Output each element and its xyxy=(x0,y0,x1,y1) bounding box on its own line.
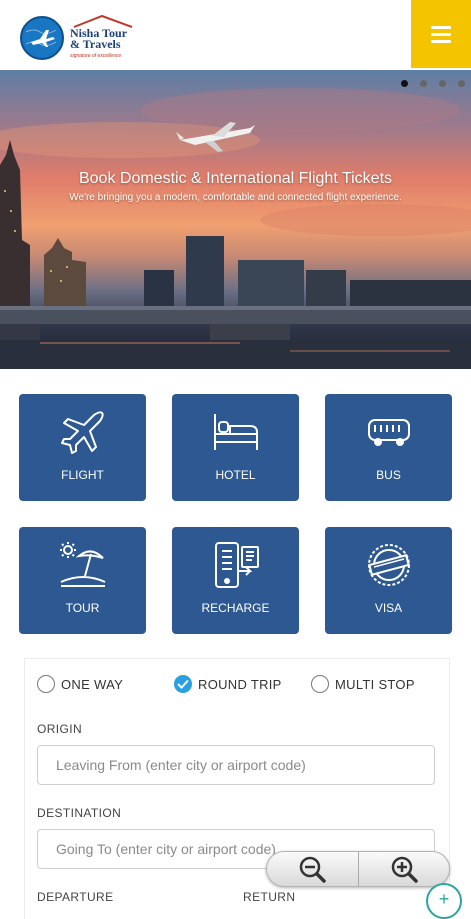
destination-label: DESTINATION xyxy=(37,806,122,820)
flight-service-tile[interactable]: FLIGHT xyxy=(19,394,146,501)
app-header: Nisha Tour & Travels signature of excell… xyxy=(0,0,471,71)
zoom-out-button[interactable] xyxy=(267,852,359,886)
multi-stop-radio[interactable]: MULTI STOP xyxy=(311,675,415,693)
zoom-out-icon xyxy=(300,856,326,883)
zoom-controls xyxy=(266,851,450,887)
checkmark-icon xyxy=(174,675,192,693)
tour-service-tile[interactable]: TOUR xyxy=(19,527,146,634)
recharge-service-tile[interactable]: RECHARGE xyxy=(172,527,299,634)
tile-label: BUS xyxy=(376,468,401,482)
zoom-in-button[interactable] xyxy=(359,852,450,886)
brand-name-line2: & Travels xyxy=(70,37,121,51)
origin-label: ORIGIN xyxy=(37,722,83,736)
carousel-indicators xyxy=(401,80,465,87)
city-skyline-image xyxy=(0,88,471,369)
tile-label: FLIGHT xyxy=(61,468,104,482)
radio-label: ROUND TRIP xyxy=(198,676,282,692)
beach-umbrella-icon xyxy=(19,541,146,589)
bus-service-tile[interactable]: BUS xyxy=(325,394,452,501)
brand-tagline: signature of excellence xyxy=(70,53,122,59)
visa-stamp-icon xyxy=(325,541,452,589)
carousel-dot[interactable] xyxy=(458,80,465,87)
hero-subtitle: We're bringing you a modern, comfortable… xyxy=(69,192,402,203)
globe-airplane-icon xyxy=(20,16,64,60)
tile-label: HOTEL xyxy=(215,468,256,482)
floating-action-button[interactable]: + xyxy=(426,883,462,919)
radio-label: ONE WAY xyxy=(61,676,124,692)
hamburger-menu-button[interactable] xyxy=(411,0,471,68)
bed-icon xyxy=(172,408,299,456)
hero-carousel[interactable]: Book Domestic & International Flight Tic… xyxy=(0,70,471,369)
carousel-dot[interactable] xyxy=(420,80,427,87)
hero-title: Book Domestic & International Flight Tic… xyxy=(78,170,393,187)
menu-bar xyxy=(431,32,451,36)
airplane-icon xyxy=(19,408,146,456)
plus-icon: + xyxy=(438,889,450,909)
carousel-dot[interactable] xyxy=(439,80,446,87)
radio-circle xyxy=(311,675,329,693)
trip-type-selector: ONE WAY ROUND TRIP MULTI STOP xyxy=(37,675,437,697)
departure-label: DEPARTURE xyxy=(37,890,114,904)
tile-label: TOUR xyxy=(65,601,100,615)
carousel-dot[interactable] xyxy=(401,80,408,87)
return-label: RETURN xyxy=(243,890,296,904)
zoom-in-icon xyxy=(391,856,418,883)
tile-label: RECHARGE xyxy=(201,601,270,615)
radio-label: MULTI STOP xyxy=(335,676,415,692)
hotel-service-tile[interactable]: HOTEL xyxy=(172,394,299,501)
round-trip-radio[interactable]: ROUND TRIP xyxy=(174,675,282,693)
brand-logo[interactable]: Nisha Tour & Travels signature of excell… xyxy=(20,12,170,62)
phone-recharge-icon xyxy=(172,541,299,589)
menu-bar xyxy=(431,39,451,43)
origin-input[interactable] xyxy=(37,745,435,785)
brand-name: Nisha Tour & Travels xyxy=(70,27,127,51)
tile-label: VISA xyxy=(374,601,403,615)
menu-bar xyxy=(431,25,451,29)
one-way-radio[interactable]: ONE WAY xyxy=(37,675,123,693)
radio-circle xyxy=(37,675,55,693)
bus-icon xyxy=(325,408,452,456)
visa-service-tile[interactable]: VISA xyxy=(325,527,452,634)
